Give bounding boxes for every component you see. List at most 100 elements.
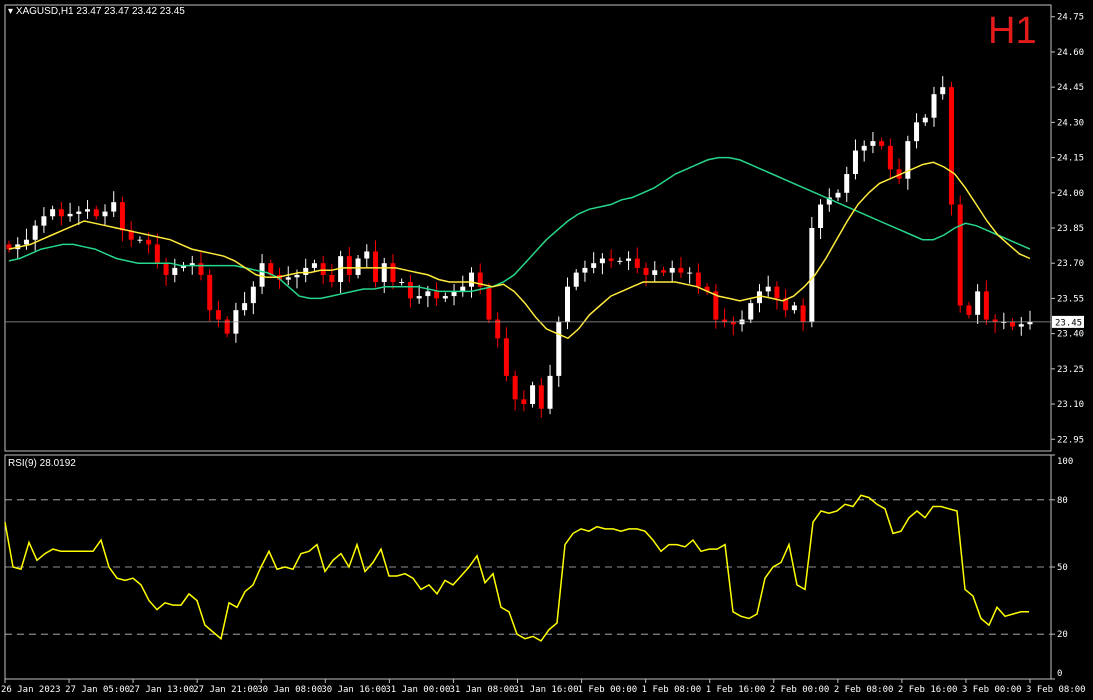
candle-body: [215, 310, 221, 320]
candle: [591, 252, 597, 274]
candle-body: [669, 267, 675, 273]
time-tick-label: 3 Feb 08:00: [1026, 685, 1086, 695]
candle: [835, 189, 841, 202]
candle-body: [966, 305, 972, 315]
dropdown-arrow-icon[interactable]: ▾: [8, 6, 13, 17]
candle: [547, 364, 553, 415]
rsi-tick-label: 100: [1057, 457, 1073, 467]
candle-body: [1010, 321, 1016, 327]
candle: [599, 253, 605, 275]
candle-body: [346, 256, 352, 275]
candle: [355, 254, 361, 279]
candle: [172, 258, 178, 283]
candle-body: [1018, 324, 1024, 327]
candle-body: [512, 375, 518, 400]
candle-body: [774, 286, 780, 299]
candle: [756, 284, 762, 313]
candle: [521, 390, 527, 412]
candle: [111, 191, 117, 217]
candle-body: [495, 319, 501, 339]
candle-body: [399, 281, 405, 283]
candle: [181, 262, 187, 272]
price-tick-label: 24.15: [1057, 154, 1084, 164]
candle-body: [58, 209, 64, 217]
candle: [1027, 310, 1033, 330]
candle: [983, 280, 989, 325]
candle-body: [948, 87, 954, 205]
candle: [905, 135, 911, 190]
candle-body: [983, 291, 989, 320]
candle-body: [76, 211, 82, 214]
candle-body: [242, 303, 248, 311]
candle: [626, 251, 632, 271]
candle: [922, 114, 928, 126]
candle: [338, 250, 344, 294]
candle-body: [50, 209, 56, 217]
rsi-tick-label: 20: [1057, 630, 1068, 640]
candle: [329, 263, 335, 288]
candle: [887, 138, 893, 179]
candle-body: [844, 174, 850, 193]
candle: [399, 278, 405, 286]
candle-body: [530, 385, 536, 405]
candle-body: [887, 145, 893, 170]
candle: [128, 221, 134, 248]
candle-body: [678, 267, 684, 273]
time-tick-label: 1 Feb 08:00: [642, 685, 702, 695]
candle: [861, 140, 867, 162]
candle-body: [905, 141, 911, 179]
candle: [669, 260, 675, 282]
symbol-header[interactable]: ▾ XAGUSD,H1 23.47 23.47 23.42 23.45: [8, 6, 185, 17]
candle-body: [329, 274, 335, 282]
candle-body: [503, 338, 509, 376]
candle-body: [146, 239, 152, 245]
candle: [346, 247, 352, 283]
candle-body: [407, 281, 413, 299]
price-tick-label: 24.45: [1057, 83, 1084, 93]
candle: [1010, 318, 1016, 331]
candle: [407, 274, 413, 308]
candle: [914, 113, 920, 149]
candle: [215, 301, 221, 327]
time-tick-label: 27 Jan 13:00: [129, 685, 194, 695]
rsi-series: [4, 494, 1029, 642]
candle: [512, 370, 518, 411]
candle-body: [119, 202, 125, 231]
candle: [966, 301, 972, 319]
candle-body: [608, 258, 614, 261]
candle-body: [67, 213, 73, 217]
rsi-tick-label: 80: [1057, 496, 1068, 506]
candle: [250, 281, 256, 315]
candle: [303, 258, 309, 283]
candle: [730, 316, 736, 336]
candle: [442, 292, 448, 302]
candle: [41, 207, 47, 233]
candle: [617, 257, 623, 265]
candle: [660, 266, 666, 277]
candle-body: [23, 239, 29, 245]
symbol-quote: XAGUSD,H1 23.47 23.47 23.42 23.45: [15, 6, 185, 17]
candle: [137, 236, 143, 244]
candlestick-series[interactable]: [6, 76, 1033, 418]
candle: [809, 216, 815, 328]
candle: [364, 244, 370, 268]
price-tick-label: 24.00: [1057, 189, 1084, 199]
candle: [879, 137, 885, 150]
rsi-tick-label: 50: [1057, 563, 1068, 573]
candle-body: [791, 305, 797, 311]
candle: [224, 316, 230, 338]
candle: [495, 312, 501, 348]
candle-body: [800, 305, 806, 322]
candle-body: [521, 399, 527, 405]
time-tick-label: 2 Feb 08:00: [834, 685, 894, 695]
candle-body: [870, 141, 876, 146]
candle: [242, 292, 248, 316]
rsi-axis: 100 80 50 20 0: [5, 454, 1073, 680]
candle: [85, 200, 91, 219]
candle-body: [85, 209, 91, 212]
candle-body: [617, 260, 623, 262]
candle-body: [41, 216, 47, 226]
candle-body: [442, 296, 448, 299]
time-tick-label: 27 Jan 21:00: [193, 685, 258, 695]
slow-moving-average-line: [8, 156, 1031, 300]
